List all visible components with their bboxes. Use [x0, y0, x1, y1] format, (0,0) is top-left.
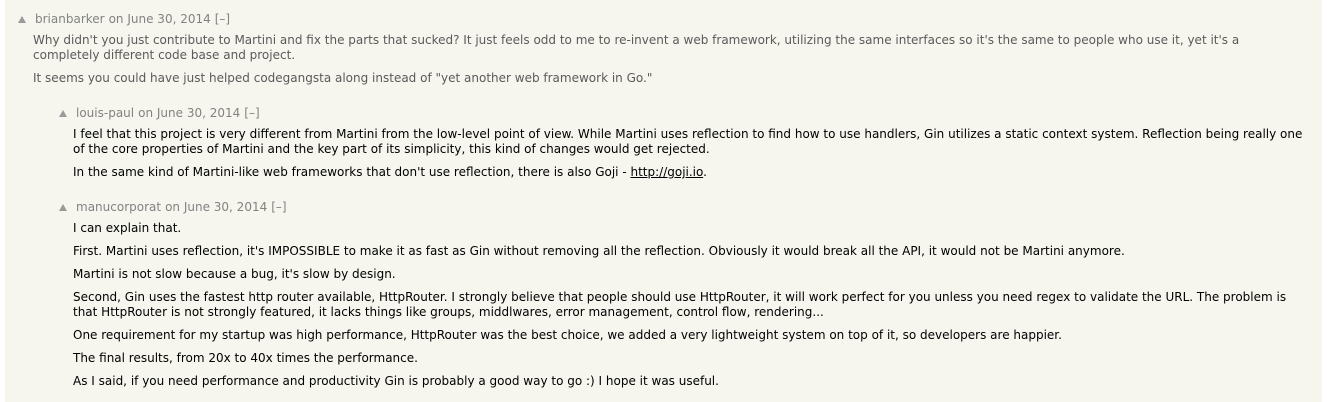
comment-paragraph: In the same kind of Martini-like web fra… — [73, 165, 1303, 180]
comment-text: I can explain that. First. Martini uses … — [73, 221, 1303, 389]
comment-brianbarker: brianbarker on June 30, 2014 [–] Why did… — [5, 11, 1305, 94]
goji-link[interactable]: http://goji.io — [630, 165, 703, 179]
comment-louis-paul: louis-paul on June 30, 2014 [–] I feel t… — [57, 105, 1307, 188]
comment-header: louis-paul on June 30, 2014 [–] — [59, 105, 1307, 121]
collapse-toggle[interactable]: [–] — [244, 105, 259, 121]
comment-author[interactable]: manucorporat — [76, 199, 161, 215]
comment-paragraph: Martini is not slow because a bug, it's … — [73, 267, 396, 281]
comment-paragraph: As I said, if you need performance and p… — [73, 374, 719, 388]
comment-author[interactable]: louis-paul — [76, 105, 134, 121]
comment-text: I feel that this project is very differe… — [73, 127, 1303, 180]
comment-header: brianbarker on June 30, 2014 [–] — [18, 11, 1305, 27]
comment-paragraph: I feel that this project is very differe… — [73, 127, 1303, 156]
comment-paragraph: Why didn't you just contribute to Martin… — [33, 33, 1240, 62]
upvote-arrow-icon[interactable] — [59, 109, 67, 117]
comment-thread: brianbarker on June 30, 2014 [–] Why did… — [5, 0, 1322, 402]
paragraph-text: In the same kind of Martini-like web fra… — [73, 165, 631, 179]
comment-paragraph: It seems you could have just helped code… — [33, 71, 653, 85]
comment-paragraph: The final results, from 20x to 40x times… — [73, 351, 418, 365]
comment-age[interactable]: on June 30, 2014 — [165, 199, 267, 215]
comment-age[interactable]: on June 30, 2014 — [138, 105, 240, 121]
comment-age[interactable]: on June 30, 2014 — [109, 11, 211, 27]
paragraph-text: . — [703, 165, 707, 179]
comment-text: Why didn't you just contribute to Martin… — [33, 33, 1263, 86]
comment-paragraph: First. Martini uses reflection, it's IMP… — [73, 244, 1125, 258]
upvote-arrow-icon[interactable] — [59, 203, 67, 211]
comment-paragraph: I can explain that. — [73, 221, 182, 235]
comment-header: manucorporat on June 30, 2014 [–] — [59, 199, 1307, 215]
collapse-toggle[interactable]: [–] — [271, 199, 286, 215]
comment-paragraph: Second, Gin uses the fastest http router… — [73, 290, 1287, 319]
comment-manucorporat: manucorporat on June 30, 2014 [–] I can … — [57, 199, 1307, 397]
collapse-toggle[interactable]: [–] — [215, 11, 230, 27]
upvote-arrow-icon[interactable] — [18, 15, 26, 23]
comment-author[interactable]: brianbarker — [35, 11, 105, 27]
comment-paragraph: One requirement for my startup was high … — [73, 328, 1062, 342]
